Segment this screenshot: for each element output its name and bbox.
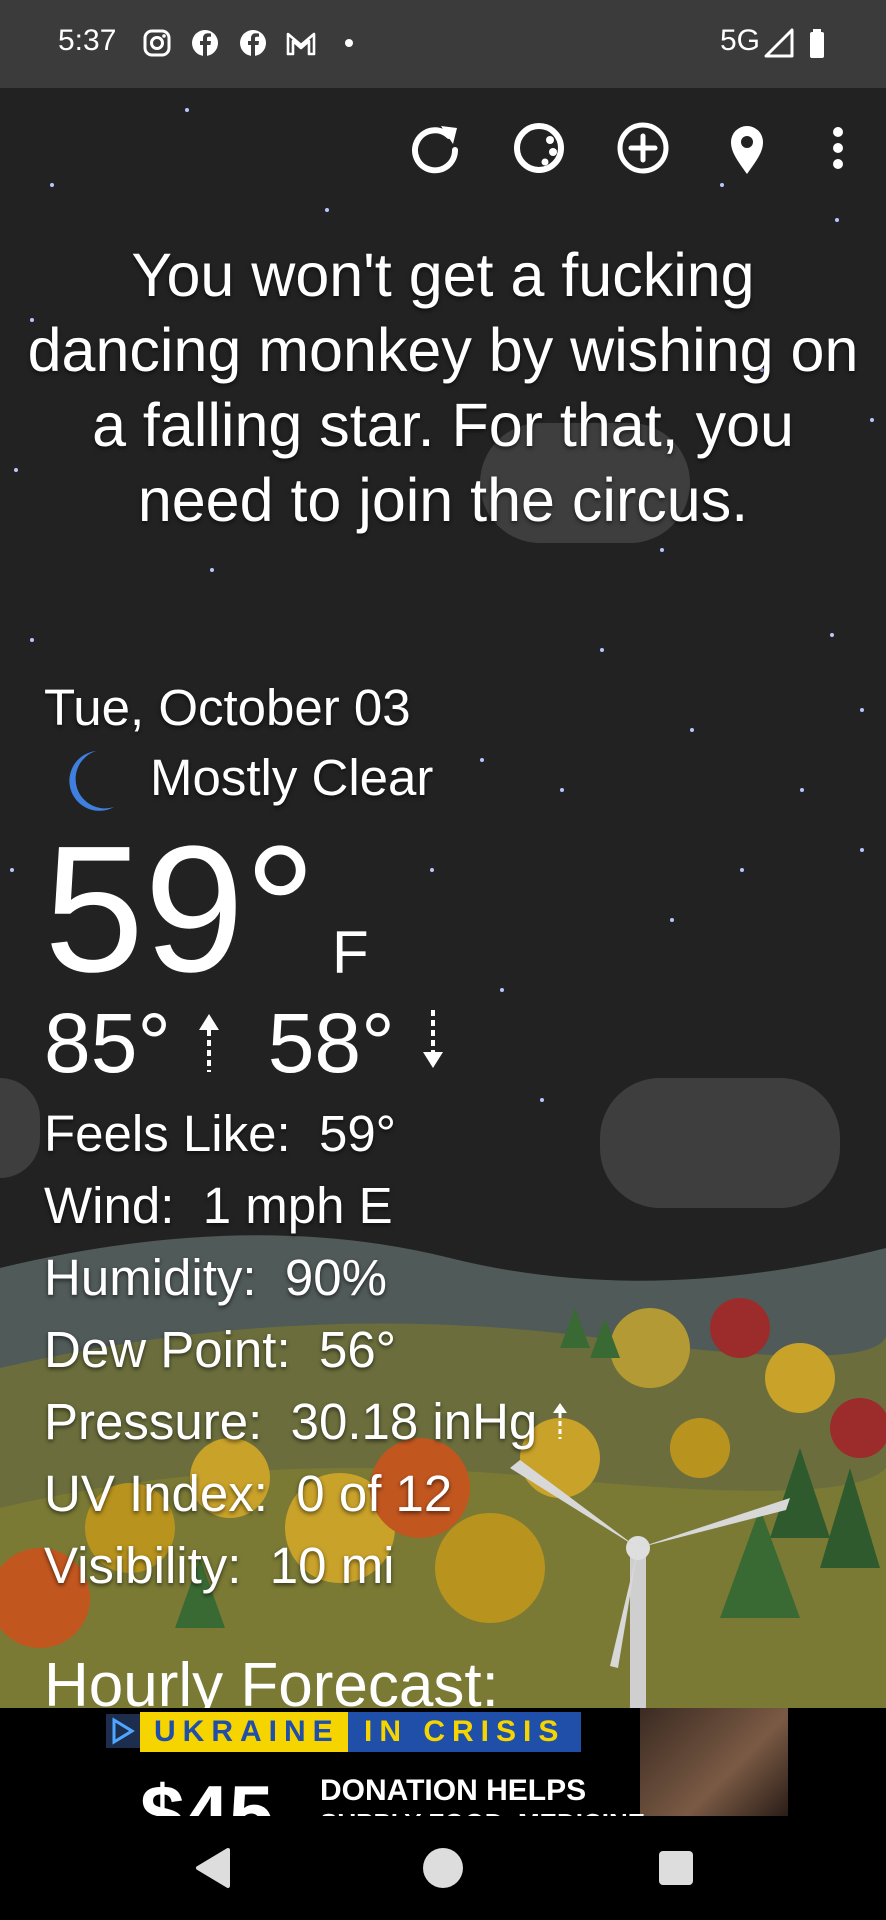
instagram-icon (143, 29, 171, 57)
detail-uv-index: UV Index: 0 of 12 (44, 1465, 453, 1522)
more-vert-icon[interactable] (808, 118, 868, 178)
high-low: 85° 58° (44, 995, 448, 1092)
star (10, 868, 14, 872)
hourly-forecast-heading: Hourly Forecast: (44, 1651, 499, 1708)
detail-dew-point: Dew Point: 56° (44, 1321, 397, 1378)
star (835, 218, 839, 222)
add-location-icon[interactable] (613, 118, 673, 178)
current-temperature: 59° (44, 809, 317, 1010)
star (30, 638, 34, 642)
star (600, 648, 604, 652)
star (670, 918, 674, 922)
theme-icon[interactable] (509, 118, 569, 178)
low-temp: 58° (267, 996, 395, 1090)
location-pin-icon[interactable] (717, 118, 777, 178)
battery-icon (810, 29, 824, 58)
star (560, 788, 564, 792)
home-icon[interactable] (421, 1846, 465, 1890)
detail-wind: Wind: 1 mph E (44, 1177, 393, 1234)
status-time: 5:37 (58, 24, 117, 57)
star (500, 988, 504, 992)
facebook-icon (192, 30, 218, 56)
facebook-icon (240, 30, 266, 56)
star (860, 848, 864, 852)
ad-choices-icon[interactable] (106, 1714, 140, 1748)
star (870, 418, 874, 422)
star (325, 208, 329, 212)
arrow-down-icon (423, 1010, 444, 1068)
star (720, 183, 724, 187)
recents-icon[interactable] (656, 1848, 696, 1888)
refresh-icon[interactable] (405, 118, 465, 178)
temperature-unit: F (332, 919, 369, 986)
detail-feels-like: Feels Like: 59° (44, 1105, 397, 1162)
ad-text-clip: $45 DONATION HELPS SUPPLY FOOD, MEDICINE (0, 1774, 886, 1816)
signal-icon (764, 28, 794, 58)
ad-subline: SUPPLY FOOD, MEDICINE (320, 1808, 645, 1816)
star (14, 468, 18, 472)
star (480, 758, 484, 762)
arrow-up-icon (199, 1014, 220, 1072)
condition-label: Mostly Clear (150, 749, 434, 806)
dot-icon (345, 39, 353, 47)
ad-headline: DONATION HELPS (320, 1774, 587, 1807)
ad-tag-crisis: IN CRISIS (348, 1712, 582, 1752)
star (185, 108, 189, 112)
quote-text: You won't get a fucking dancing monkey b… (27, 241, 859, 534)
navigation-bar (0, 1816, 886, 1920)
star (690, 728, 694, 732)
pressure-rising-icon (553, 1403, 568, 1439)
star (800, 788, 804, 792)
star (660, 548, 664, 552)
detail-pressure: Pressure: 30.18 inHg (44, 1392, 569, 1451)
detail-visibility: Visibility: 10 mi (44, 1537, 395, 1594)
date-label: Tue, October 03 (44, 679, 411, 736)
gmail-icon (286, 32, 316, 56)
star (210, 568, 214, 572)
star (540, 1098, 544, 1102)
star (430, 868, 434, 872)
back-icon[interactable] (192, 1846, 232, 1890)
star (830, 633, 834, 637)
high-temp: 85° (44, 996, 172, 1090)
star (740, 868, 744, 872)
status-bar: 5:37 5G (0, 0, 886, 88)
ad-banner[interactable]: UKRAINE IN CRISIS $45 DONATION HELPS SUP… (0, 1708, 886, 1816)
ad-amount: $45 (140, 1774, 273, 1816)
star (50, 183, 54, 187)
star (860, 708, 864, 712)
moon-icon (69, 751, 114, 811)
ad-tag-ukraine: UKRAINE (140, 1712, 354, 1752)
detail-humidity: Humidity: 90% (44, 1249, 387, 1306)
hourly-clip: Hourly Forecast: (0, 1640, 886, 1708)
